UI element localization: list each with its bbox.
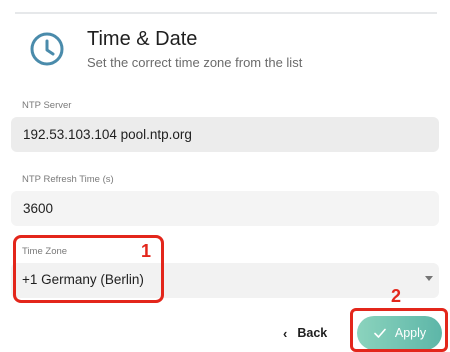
ntp-refresh-field[interactable]: 3600 <box>11 191 439 226</box>
annotation-number-1: 1 <box>141 241 152 261</box>
back-button[interactable]: ‹ Back <box>283 321 327 345</box>
clock-icon <box>30 32 64 66</box>
ntp-server-label: NTP Server <box>22 100 72 111</box>
annotation-box-2 <box>350 308 448 352</box>
page-title: Time & Date <box>87 28 198 50</box>
chevron-left-icon: ‹ <box>283 325 288 341</box>
ntp-server-field[interactable]: 192.53.103.104 pool.ntp.org <box>11 117 439 152</box>
page-subtitle: Set the correct time zone from the list <box>87 55 303 70</box>
annotation-number-2: 2 <box>391 286 402 306</box>
top-divider <box>15 12 437 14</box>
ntp-refresh-label: NTP Refresh Time (s) <box>22 174 114 185</box>
dropdown-caret-icon[interactable] <box>425 276 433 281</box>
back-button-label: Back <box>297 326 328 340</box>
